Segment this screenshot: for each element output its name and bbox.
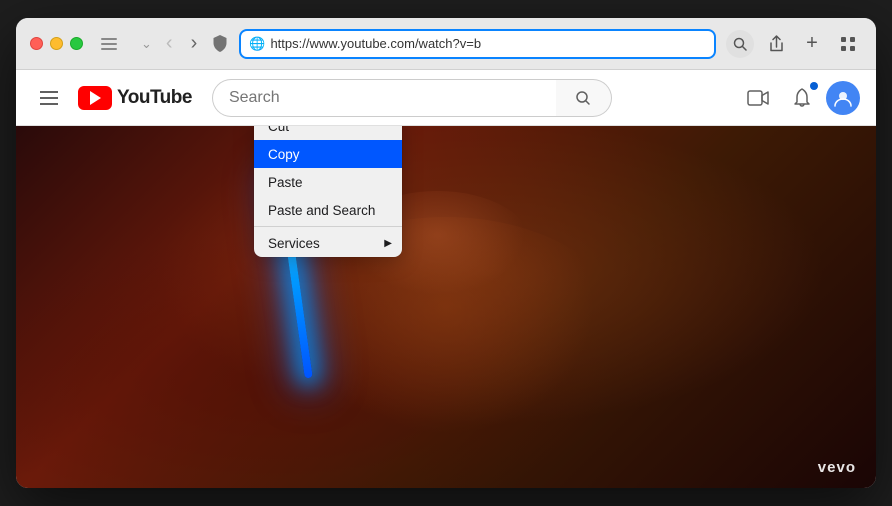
title-bar-right: +: [726, 30, 862, 58]
notifications-button[interactable]: [782, 78, 822, 118]
maximize-button[interactable]: [70, 37, 83, 50]
close-button[interactable]: [30, 37, 43, 50]
create-video-button[interactable]: [738, 78, 778, 118]
search-input[interactable]: [212, 79, 556, 117]
youtube-logo[interactable]: YouTube: [78, 86, 192, 110]
forward-button[interactable]: ›: [187, 28, 202, 59]
context-menu-separator: [254, 226, 402, 227]
user-avatar[interactable]: [826, 81, 860, 115]
context-menu-copy[interactable]: Copy: [254, 140, 402, 168]
browser-search-button[interactable]: [726, 30, 754, 58]
search-container: [212, 79, 612, 117]
notification-dot: [810, 82, 818, 90]
context-menu-services[interactable]: Services ▶: [254, 229, 402, 257]
context-menu: Cut Copy Paste Paste and Search Services…: [254, 126, 402, 257]
share-button[interactable]: [762, 30, 790, 58]
context-menu-cut[interactable]: Cut: [254, 126, 402, 140]
shield-icon[interactable]: [211, 34, 229, 54]
address-bar[interactable]: 🌐 https://www.youtube.com/watch?v=b: [239, 29, 716, 59]
browser-window: ⌄ ‹ › 🌐 https://www.youtube.com/watch?v=…: [16, 18, 876, 488]
back-button[interactable]: ‹: [162, 28, 177, 59]
minimize-button[interactable]: [50, 37, 63, 50]
yt-toolbar: YouTube: [16, 70, 876, 126]
traffic-lights: [30, 37, 83, 50]
vevo-badge: vevo: [818, 459, 856, 476]
chevron-down-icon: ⌄: [141, 36, 152, 52]
title-bar: ⌄ ‹ › 🌐 https://www.youtube.com/watch?v=…: [16, 18, 876, 70]
content-area: vevo Cut Copy Paste Paste and Search Ser…: [16, 126, 876, 488]
youtube-logo-icon: [78, 86, 112, 110]
search-button[interactable]: [556, 79, 612, 117]
context-menu-paste[interactable]: Paste: [254, 168, 402, 196]
video-frame: vevo: [16, 126, 876, 488]
sidebar-toggle-button[interactable]: [99, 36, 119, 52]
hamburger-menu-button[interactable]: [32, 83, 66, 113]
submenu-arrow-icon: ▶: [384, 238, 392, 249]
url-text: https://www.youtube.com/watch?v=b: [270, 36, 704, 51]
new-tab-button[interactable]: +: [798, 30, 826, 58]
youtube-logo-text: YouTube: [117, 87, 192, 109]
globe-icon: 🌐: [249, 36, 265, 52]
context-menu-paste-search[interactable]: Paste and Search: [254, 196, 402, 224]
address-bar-wrapper: 🌐 https://www.youtube.com/watch?v=b: [239, 29, 716, 59]
extensions-button[interactable]: [834, 30, 862, 58]
yt-toolbar-right: [738, 78, 860, 118]
